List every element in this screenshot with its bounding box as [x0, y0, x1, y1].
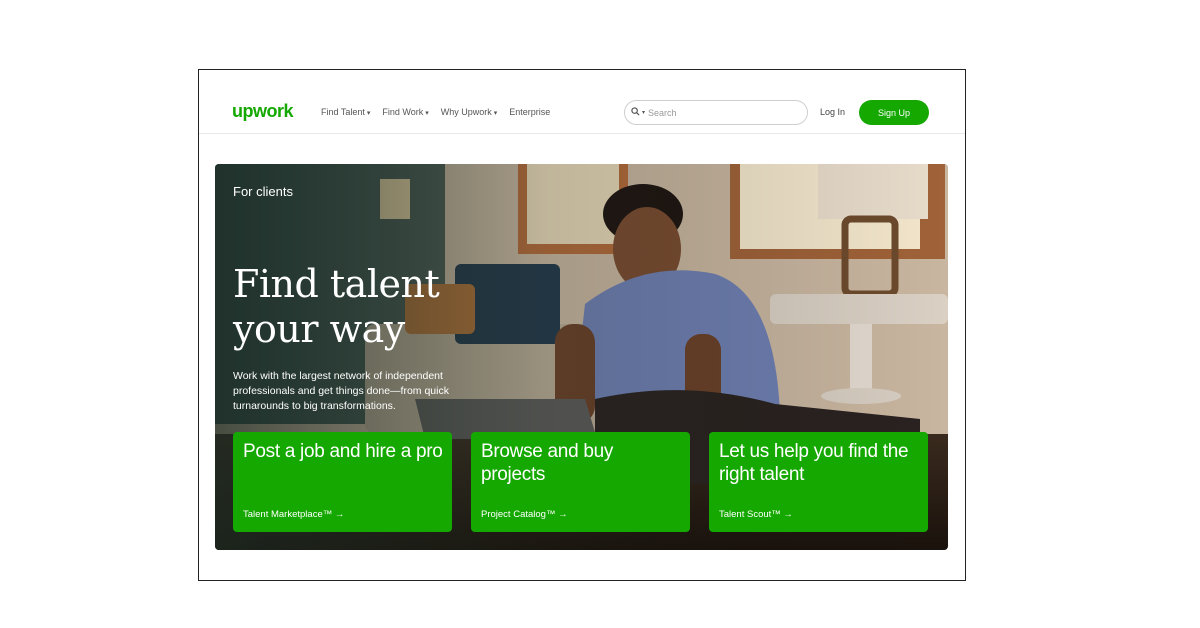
hero-subtext: Work with the largest network of indepen… [233, 370, 449, 412]
card-link-talent-marketplace[interactable]: Talent Marketplace™ → [243, 509, 344, 520]
search-input[interactable] [648, 107, 789, 118]
card-link-project-catalog[interactable]: Project Catalog™ → [481, 509, 568, 520]
card-title: Post a job and hire a pro [243, 441, 443, 462]
card-talent-scout[interactable]: Let us help you find the right talent Ta… [709, 432, 928, 532]
search-icon[interactable] [631, 107, 640, 118]
card-title: Let us help you find the right talent [719, 441, 909, 485]
upwork-logo[interactable]: upwork [232, 101, 294, 122]
card-title: Browse and buy projects [481, 441, 614, 485]
signup-button[interactable]: Sign Up [859, 100, 929, 125]
main-menu: Find Talent ▾ Find Work ▾ Why Upwork ▾ Ente… [321, 107, 550, 117]
hero-banner: For clients Find talent your way Work wi… [215, 164, 948, 550]
chevron-down-icon: ▾ [493, 110, 498, 117]
menu-enterprise[interactable]: Enterprise [509, 107, 550, 117]
card-link-talent-scout[interactable]: Talent Scout™ → [719, 509, 793, 520]
menu-why-upwork[interactable]: Why Upwork ▾ [441, 107, 498, 117]
menu-label: Find Talent [321, 107, 365, 117]
page-frame: upwork Find Talent ▾ Find Work ▾ Why Upwor… [198, 69, 966, 581]
menu-find-talent[interactable]: Find Talent ▾ [321, 107, 370, 117]
chevron-down-icon[interactable]: ▾ [642, 109, 645, 116]
chevron-down-icon: ▾ [366, 110, 371, 117]
login-link[interactable]: Log In [820, 107, 845, 117]
chevron-down-icon: ▾ [425, 110, 429, 117]
menu-find-work[interactable]: Find Work ▾ [382, 107, 428, 117]
card-post-job[interactable]: Post a job and hire a pro Talent Marketp… [233, 432, 452, 532]
menu-label: Find Work [382, 107, 424, 117]
card-browse-projects[interactable]: Browse and buy projects Project Catalog™… [471, 432, 690, 532]
search-box[interactable]: ▾ [624, 100, 808, 125]
top-nav: upwork Find Talent ▾ Find Work ▾ Why Upwor… [199, 70, 965, 134]
hero-eyebrow: For clients [233, 184, 293, 199]
hero-cards: Post a job and hire a pro Talent Marketp… [233, 432, 928, 532]
menu-label: Enterprise [509, 107, 551, 117]
menu-label: Why Upwork [440, 107, 492, 117]
headline-line-2: your way [233, 307, 405, 351]
headline-line-1: Find talent [233, 262, 440, 306]
hero-headline: Find talent your way [233, 262, 493, 352]
